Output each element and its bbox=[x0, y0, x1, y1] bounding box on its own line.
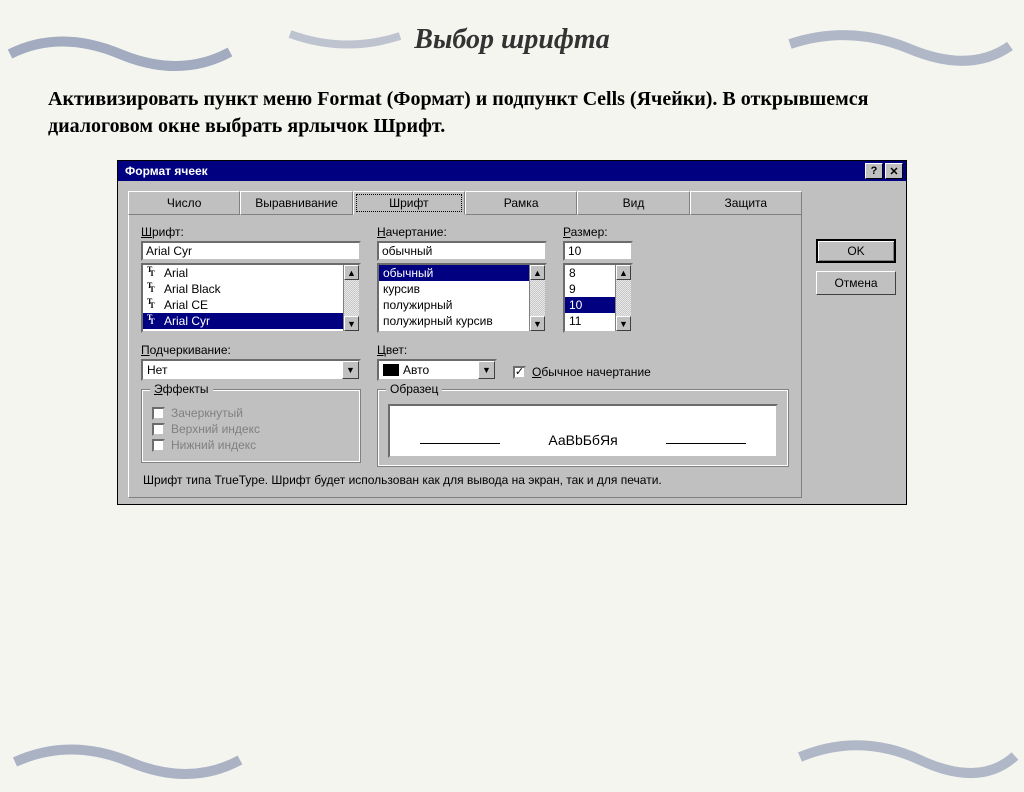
chevron-down-icon[interactable]: ▼ bbox=[342, 361, 359, 379]
truetype-icon bbox=[147, 315, 161, 327]
close-button[interactable]: ✕ bbox=[885, 163, 903, 179]
tab-strip: Число Выравнивание Шрифт Рамка Вид Защит… bbox=[128, 191, 802, 215]
underline-dropdown[interactable]: Нет ▼ bbox=[141, 359, 361, 381]
cancel-button[interactable]: Отмена bbox=[816, 271, 896, 295]
scroll-down-icon[interactable]: ▼ bbox=[616, 316, 631, 331]
dialog-titlebar[interactable]: Формат ячеек ? ✕ bbox=[118, 161, 906, 181]
tab-border[interactable]: Рамка bbox=[465, 191, 577, 215]
scroll-down-icon[interactable]: ▼ bbox=[344, 316, 359, 331]
sample-group: Образец АаВbБбЯя bbox=[377, 389, 789, 467]
sample-legend: Образец bbox=[386, 382, 442, 396]
size-listbox[interactable]: 8 9 10 11 ▲ ▼ bbox=[563, 263, 633, 333]
ok-button[interactable]: OK bbox=[816, 239, 896, 263]
subscript-label: Нижний индекс bbox=[171, 438, 256, 452]
superscript-checkbox[interactable] bbox=[152, 423, 165, 436]
style-listbox[interactable]: обычный курсив полужирный полужирный кур… bbox=[377, 263, 547, 333]
tab-number[interactable]: Число bbox=[128, 191, 240, 215]
style-scrollbar[interactable]: ▲ ▼ bbox=[529, 265, 545, 331]
scroll-down-icon[interactable]: ▼ bbox=[530, 316, 545, 331]
format-cells-dialog: Формат ячеек ? ✕ Число Выравнивание Шриф… bbox=[117, 160, 907, 505]
font-option-arial-cyr[interactable]: Arial Cyr bbox=[143, 313, 343, 329]
size-option-8[interactable]: 8 bbox=[565, 265, 615, 281]
effects-legend: Эффекты bbox=[150, 382, 213, 396]
style-option-italic[interactable]: курсив bbox=[379, 281, 529, 297]
scroll-up-icon[interactable]: ▲ bbox=[616, 265, 631, 280]
tab-alignment[interactable]: Выравнивание bbox=[240, 191, 352, 215]
style-option-bold-italic[interactable]: полужирный курсив bbox=[379, 313, 529, 329]
truetype-icon bbox=[147, 283, 161, 295]
size-option-10[interactable]: 10 bbox=[565, 297, 615, 313]
help-button[interactable]: ? bbox=[865, 163, 883, 179]
scroll-up-icon[interactable]: ▲ bbox=[344, 265, 359, 280]
scroll-up-icon[interactable]: ▲ bbox=[530, 265, 545, 280]
size-option-11[interactable]: 11 bbox=[565, 313, 615, 329]
superscript-label: Верхний индекс bbox=[171, 422, 260, 436]
color-swatch bbox=[383, 364, 399, 376]
font-input[interactable]: Arial Cyr bbox=[141, 241, 361, 261]
style-label: Начертание: bbox=[377, 225, 547, 239]
tab-view[interactable]: Вид bbox=[577, 191, 689, 215]
truetype-icon bbox=[147, 299, 161, 311]
font-label: Шрифт: bbox=[141, 225, 361, 239]
font-scrollbar[interactable]: ▲ ▼ bbox=[343, 265, 359, 331]
tab-font[interactable]: Шрифт bbox=[353, 191, 465, 215]
style-input[interactable]: обычный bbox=[377, 241, 547, 261]
size-input[interactable]: 10 bbox=[563, 241, 633, 261]
font-option-arial[interactable]: Arial bbox=[143, 265, 343, 281]
size-option-9[interactable]: 9 bbox=[565, 281, 615, 297]
color-label: Цвет: bbox=[377, 343, 497, 357]
tab-protection[interactable]: Защита bbox=[690, 191, 802, 215]
color-dropdown[interactable]: Авто ▼ bbox=[377, 359, 497, 381]
style-option-regular[interactable]: обычный bbox=[379, 265, 529, 281]
chevron-down-icon[interactable]: ▼ bbox=[478, 361, 495, 379]
sample-preview: АаВbБбЯя bbox=[388, 404, 778, 458]
font-option-arial-black[interactable]: Arial Black bbox=[143, 281, 343, 297]
font-option-arial-ce[interactable]: Arial CE bbox=[143, 297, 343, 313]
subscript-checkbox[interactable] bbox=[152, 439, 165, 452]
truetype-hint: Шрифт типа TrueType. Шрифт будет использ… bbox=[141, 467, 789, 487]
effects-group: Эффекты Зачеркнутый Верхний индекс bbox=[141, 389, 361, 463]
style-option-bold[interactable]: полужирный bbox=[379, 297, 529, 313]
normal-font-checkbox[interactable]: ✓ bbox=[513, 366, 526, 379]
strikethrough-label: Зачеркнутый bbox=[171, 406, 243, 420]
size-scrollbar[interactable]: ▲ ▼ bbox=[615, 265, 631, 331]
strikethrough-checkbox[interactable] bbox=[152, 407, 165, 420]
normal-font-label: Обычное начертание bbox=[532, 365, 651, 379]
truetype-icon bbox=[147, 267, 161, 279]
size-label: Размер: bbox=[563, 225, 633, 239]
underline-label: Подчеркивание: bbox=[141, 343, 361, 357]
font-listbox[interactable]: Arial Arial Black Arial CE Arial Cyr ▲ bbox=[141, 263, 361, 333]
dialog-title: Формат ячеек bbox=[121, 164, 863, 178]
